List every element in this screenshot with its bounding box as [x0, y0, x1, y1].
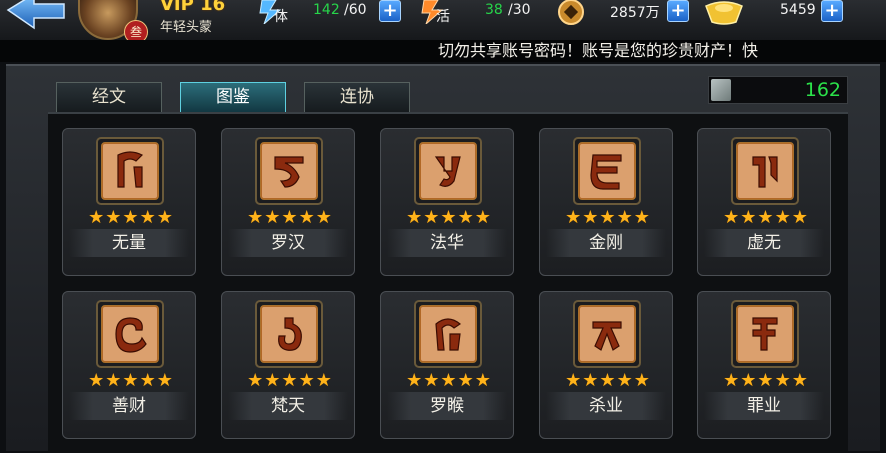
card-name: 杀业	[589, 396, 623, 416]
sanskrit-sigil-icon	[731, 137, 799, 205]
sanskrit-sigil-icon	[96, 300, 164, 368]
star-rating: ★★★★★	[723, 370, 809, 391]
collection-card[interactable]: ★★★★★ 杀业	[539, 291, 673, 439]
star-rating: ★★★★★	[406, 207, 492, 228]
star-rating: ★★★★★	[565, 207, 651, 228]
card-name: 善财	[112, 396, 146, 416]
sanskrit-sigil-icon	[573, 300, 641, 368]
collection-card[interactable]: ★★★★★ 罗汉	[221, 128, 355, 276]
tab-scripture[interactable]: 经文	[56, 82, 162, 112]
player-title: 年轻头蒙	[160, 20, 213, 35]
star-rating: ★★★★★	[723, 207, 809, 228]
tab-scripture-label: 经文	[92, 87, 126, 107]
sanskrit-sigil-icon	[414, 300, 482, 368]
sanskrit-sigil-icon	[731, 300, 799, 368]
card-name: 虚无	[747, 233, 781, 253]
stamina-label: 体	[274, 9, 288, 25]
vip-level: VIP 16	[160, 0, 226, 15]
coins-value: 2857万	[610, 5, 660, 21]
collection-card[interactable]: ★★★★★ 梵天	[221, 291, 355, 439]
collection-counter: 162	[708, 76, 848, 104]
scroll-item-icon	[711, 79, 731, 101]
collection-card[interactable]: ★★★★★ 虚无	[697, 128, 831, 276]
vitality-value: 38	[485, 2, 503, 18]
collection-card[interactable]: ★★★★★ 善财	[62, 291, 196, 439]
card-name: 罪业	[747, 396, 781, 416]
tab-illustrated-catalog[interactable]: 图鉴	[180, 82, 286, 112]
card-name: 法华	[430, 233, 464, 253]
notice-text: 切勿共享账号密码！账号是您的珍贵财产！快	[438, 41, 759, 60]
star-rating: ★★★★★	[247, 370, 333, 391]
copper-coin-icon	[558, 0, 584, 25]
gold-value: 5459	[780, 2, 816, 18]
star-rating: ★★★★★	[247, 207, 333, 228]
tab-combo[interactable]: 连协	[304, 82, 410, 112]
tab-illustrated-catalog-label: 图鉴	[216, 87, 250, 107]
collection-card[interactable]: ★★★★★ 无量	[62, 128, 196, 276]
sanskrit-sigil-icon	[255, 300, 323, 368]
sanskrit-sigil-icon	[414, 137, 482, 205]
card-name: 罗睺	[430, 396, 464, 416]
sanskrit-sigil-icon	[573, 137, 641, 205]
card-name: 罗汉	[271, 233, 305, 253]
card-name: 梵天	[271, 396, 305, 416]
notice-marquee: 切勿共享账号密码！账号是您的珍贵财产！快	[0, 40, 886, 62]
add-gold-button[interactable]: +	[821, 0, 843, 22]
stamina-value: 142	[313, 2, 340, 18]
vitality-label: 活	[436, 9, 450, 25]
gold-ingot-icon	[705, 1, 743, 25]
tab-combo-label: 连协	[340, 87, 374, 107]
vitality-max: /30	[508, 2, 531, 18]
star-rating: ★★★★★	[406, 370, 492, 391]
add-stamina-button[interactable]: +	[379, 0, 401, 22]
collection-card[interactable]: ★★★★★ 罗睺	[380, 291, 514, 439]
card-name: 金刚	[589, 233, 623, 253]
star-rating: ★★★★★	[565, 370, 651, 391]
add-coins-button[interactable]: +	[667, 0, 689, 22]
back-arrow-icon	[6, 0, 65, 30]
collection-card[interactable]: ★★★★★ 金刚	[539, 128, 673, 276]
collection-card[interactable]: ★★★★★ 法华	[380, 128, 514, 276]
star-rating: ★★★★★	[88, 370, 174, 391]
card-name: 无量	[112, 233, 146, 253]
collection-count: 162	[804, 79, 841, 101]
sanskrit-sigil-icon	[255, 137, 323, 205]
sanskrit-sigil-icon	[96, 137, 164, 205]
stamina-max: /60	[344, 2, 367, 18]
back-button[interactable]	[4, 0, 68, 30]
star-rating: ★★★★★	[88, 207, 174, 228]
collection-card[interactable]: ★★★★★ 罪业	[697, 291, 831, 439]
